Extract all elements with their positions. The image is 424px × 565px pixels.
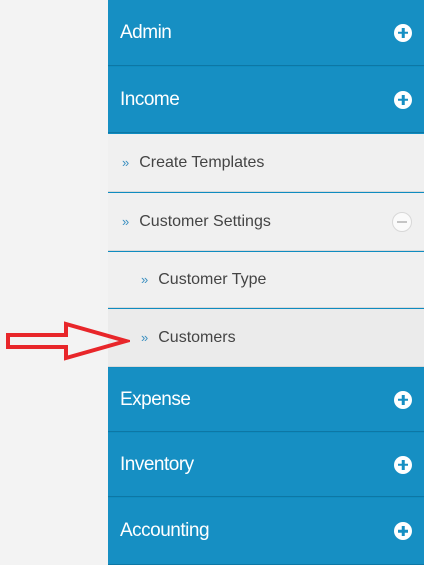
menu-item-label: Income bbox=[120, 88, 180, 110]
menu-item-income[interactable]: Income bbox=[108, 67, 424, 133]
menu-item-label: Expense bbox=[120, 388, 191, 410]
plus-circle-icon[interactable] bbox=[394, 23, 412, 42]
plus-circle-icon[interactable] bbox=[394, 455, 412, 474]
submenu-item-create-templates[interactable]: » Create Templates bbox=[108, 134, 424, 192]
right-arrow-annotation bbox=[6, 321, 130, 361]
menu-item-expense[interactable]: Expense bbox=[108, 368, 424, 432]
submenu-item-label: Customer Type bbox=[158, 270, 267, 288]
plus-circle-icon[interactable] bbox=[394, 390, 412, 409]
submenu-item-customer-settings[interactable]: » Customer Settings bbox=[108, 193, 424, 251]
submenu-item-label: Create Templates bbox=[139, 153, 265, 171]
minus-circle-icon[interactable] bbox=[392, 211, 412, 232]
chevron-right-icon: » bbox=[141, 272, 149, 287]
menu-item-label: Accounting bbox=[120, 520, 210, 541]
chevron-right-icon: » bbox=[122, 214, 130, 229]
menu-item-accounting[interactable]: Accounting bbox=[108, 498, 424, 565]
submenu-item-label: Customers bbox=[158, 328, 236, 346]
submenu-item-customer-type[interactable]: » Customer Type bbox=[108, 252, 424, 308]
menu-item-admin[interactable]: Admin bbox=[108, 0, 424, 66]
submenu-item-label: Customer Settings bbox=[139, 212, 271, 230]
chevron-right-icon: » bbox=[141, 330, 149, 345]
plus-circle-icon[interactable] bbox=[394, 90, 412, 109]
chevron-right-icon: » bbox=[122, 155, 130, 170]
submenu-item-customers[interactable]: » Customers bbox=[108, 309, 424, 367]
sidebar-menu: Admin Income » Create Templates » Custom… bbox=[108, 0, 424, 565]
plus-circle-icon[interactable] bbox=[394, 522, 412, 540]
menu-item-label: Admin bbox=[120, 21, 172, 43]
menu-item-inventory[interactable]: Inventory bbox=[108, 433, 424, 497]
menu-item-label: Inventory bbox=[120, 453, 194, 475]
